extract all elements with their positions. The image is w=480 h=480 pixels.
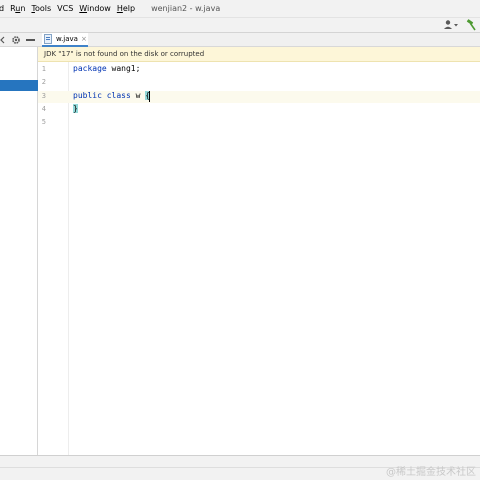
main-toolbar: [0, 17, 480, 33]
menu-run-mnemonic: u: [15, 4, 21, 13]
line-number: 2: [41, 78, 46, 86]
matched-brace: }: [73, 104, 78, 113]
project-panel-header: [0, 33, 38, 47]
code-line-3: public class w {: [73, 91, 151, 100]
user-dropdown-icon[interactable]: [443, 19, 459, 31]
keyword: public: [73, 91, 102, 100]
watermark: @稀土掘金技术社区: [386, 467, 476, 478]
minimize-icon[interactable]: [26, 39, 35, 41]
menu-run[interactable]: Run: [7, 0, 28, 17]
jdk-notification-banner: JDK "17" is not found on the disk or cor…: [38, 47, 480, 62]
menu-tools[interactable]: Tools: [28, 0, 54, 17]
code-text: wang1;: [106, 64, 141, 73]
project-tree-selected-row[interactable]: [0, 80, 38, 91]
tab-w-java[interactable]: w.java ×: [42, 33, 88, 47]
line-number: 4: [41, 105, 46, 113]
line-number: 3: [41, 92, 46, 100]
keyword: class: [106, 91, 131, 100]
menu-build[interactable]: d: [0, 0, 7, 17]
java-file-icon: [44, 34, 53, 44]
code-editor[interactable]: [69, 62, 480, 455]
menu-window-mnemonic: W: [79, 4, 88, 13]
keyword: package: [73, 64, 107, 73]
menu-window[interactable]: Window: [76, 0, 114, 17]
line-number: 5: [41, 118, 46, 126]
menu-tools-mnemonic: T: [31, 4, 35, 13]
menu-help-mnemonic: H: [116, 4, 123, 13]
gear-icon[interactable]: [11, 35, 21, 45]
chevron-left-icon[interactable]: [0, 36, 5, 44]
window-title: wenjian2 - w.java: [151, 4, 221, 13]
project-tool-window: [0, 33, 38, 455]
menu-vcs[interactable]: VCS: [54, 0, 76, 17]
hammer-icon[interactable]: [465, 19, 477, 31]
code-text: w: [130, 91, 146, 100]
code-line-4: }: [73, 104, 78, 113]
menu-help[interactable]: Help: [114, 0, 138, 17]
close-icon[interactable]: ×: [81, 35, 87, 43]
tab-label: w.java: [56, 35, 78, 43]
line-number: 1: [41, 65, 46, 73]
editor-tab-bar: w.java ×: [38, 33, 480, 47]
notification-text: JDK "17" is not found on the disk or cor…: [44, 50, 205, 58]
text-caret: [149, 91, 150, 102]
code-line-1: package wang1;: [73, 64, 140, 73]
menu-bar: d Run Tools VCS Window Help wenjian2 - w…: [0, 0, 480, 17]
